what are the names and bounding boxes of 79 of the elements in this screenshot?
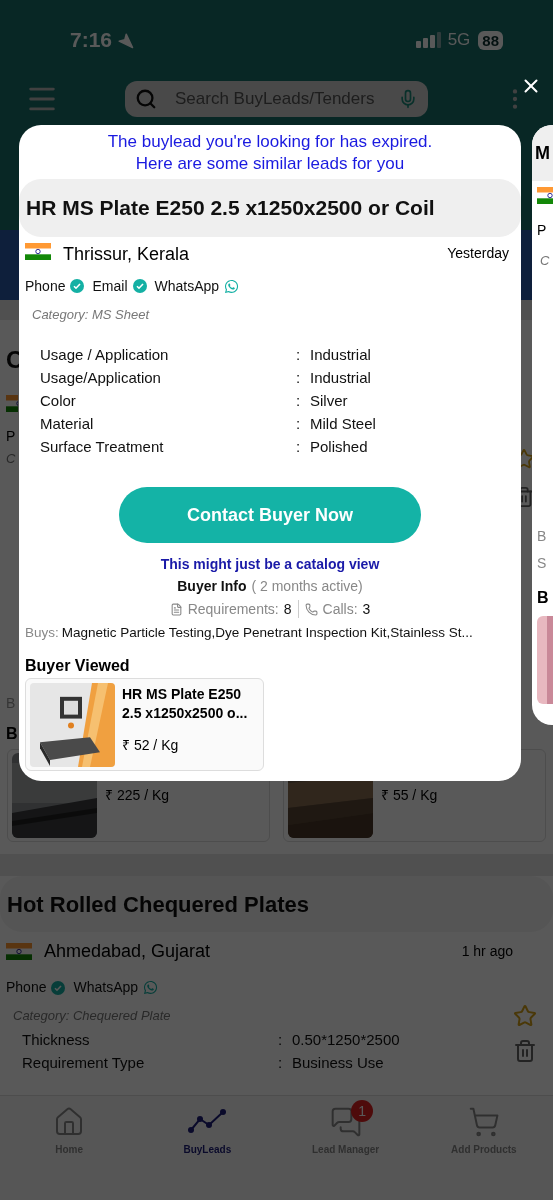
spec-value: Mild Steel — [310, 414, 377, 434]
viewed-product-card[interactable]: HR MS Plate E250 2.5 x1250x2500 o... ₹ 52 / Kg — [25, 678, 264, 771]
india-flag-icon — [25, 243, 51, 260]
line-chart-icon — [187, 1108, 228, 1136]
india-flag-icon — [6, 943, 32, 960]
lead-time: Yesterday — [447, 244, 509, 263]
contact-label: WhatsApp — [73, 978, 139, 997]
buyer-line: B — [537, 526, 547, 546]
status-time: 7:16 — [70, 27, 113, 54]
spec-label: Surface Treatment — [40, 437, 165, 457]
spec-label: Usage/Application — [40, 368, 162, 388]
cart-icon — [467, 1106, 500, 1138]
contact-label: Phone — [6, 978, 47, 997]
stat-label: Calls: — [322, 600, 358, 618]
battery-icon: 88 — [478, 30, 503, 50]
spec-label: Color — [40, 391, 77, 411]
lead-location: Ahmedabad, Gujarat — [44, 940, 211, 963]
notification-badge: 1 — [351, 1100, 374, 1122]
product-price: ₹ 55 / Kg — [381, 786, 438, 805]
contact-label: Email — [92, 276, 128, 296]
spec-label: Requirement Type — [22, 1053, 146, 1073]
spec-label: Material — [40, 414, 95, 434]
spec-value: Silver — [310, 391, 349, 411]
spec-separator: : — [296, 414, 302, 434]
network-label: 5G — [447, 29, 471, 52]
spec-value: Industrial — [310, 368, 372, 388]
star-icon[interactable] — [513, 1004, 537, 1028]
whatsapp-icon — [224, 278, 240, 294]
buyer-info-label: Buyer Info — [177, 577, 247, 595]
stat-value: 3 — [362, 600, 371, 618]
phone-icon — [304, 602, 318, 616]
verified-check-icon — [51, 980, 66, 995]
verified-check-icon — [70, 279, 85, 293]
catalog-note: This might just be a catalog view — [159, 555, 381, 573]
category-label: C — [540, 252, 550, 270]
product-title: HR MS Plate E250 2.5 x1250x2500 o... — [122, 685, 249, 723]
spec-separator: : — [296, 368, 302, 388]
spec-label: Usage / Application — [40, 345, 170, 365]
stat-value: 8 — [283, 600, 292, 618]
buyer-line: S — [537, 553, 547, 573]
product-price: ₹ 225 / Kg — [105, 786, 170, 805]
expired-notice: The buylead you're looking for has expired. Here are some similar leads for you — [106, 131, 434, 175]
buys-label: Buys: — [25, 624, 59, 642]
section-heading: B — [6, 725, 18, 743]
contact-label: Phone — [25, 276, 66, 296]
lead-title: Hot Rolled Chequered Plates — [7, 890, 309, 919]
signal-icon — [415, 32, 442, 48]
spec-separator: : — [296, 345, 302, 365]
verified-check-icon — [132, 279, 147, 293]
lead-title: HR MS Plate E250 2.5 x1250x2500 or Coil — [26, 195, 435, 222]
contact-label: P — [537, 221, 547, 240]
contact-label: P — [6, 428, 16, 444]
spec-value: 0.50*1250*2500 — [292, 1030, 400, 1050]
mic-icon[interactable] — [398, 88, 418, 110]
buyer-activity: ( 2 months active) — [251, 577, 363, 595]
spec-separator: : — [278, 1053, 284, 1073]
nav-label: BuyLeads — [183, 1143, 232, 1157]
lead-location: Thrissur, Kerala — [63, 243, 190, 265]
buys-value: Magnetic Particle Testing,Dye Penetrant Inspection Kit,Stainless St... — [61, 624, 473, 642]
spec-value: Industrial — [310, 345, 372, 365]
spec-separator: : — [278, 1030, 284, 1050]
contact-buyer-button[interactable]: Contact Buyer Now — [119, 487, 421, 543]
location-arrow-icon — [117, 31, 135, 49]
whatsapp-icon — [143, 980, 159, 995]
category-label: Category: MS Sheet — [31, 307, 151, 323]
spec-separator: : — [296, 391, 302, 411]
buyer-viewed-heading: Buyer Viewed — [24, 656, 131, 676]
document-icon — [169, 602, 183, 616]
spec-value: Business Use — [292, 1053, 385, 1073]
lead-time: 1 hr ago — [461, 942, 513, 961]
lead-title: M — [535, 141, 550, 165]
contact-label: WhatsApp — [154, 276, 220, 296]
stat-label: Requirements: — [187, 600, 279, 618]
spec-label: Thickness — [22, 1030, 91, 1050]
spec-separator: : — [296, 437, 302, 457]
section-heading: B — [537, 587, 549, 608]
search-icon — [135, 88, 157, 110]
nav-tab[interactable]: BuyLeads — [179, 1100, 236, 1162]
spec-value: Polished — [310, 437, 369, 457]
